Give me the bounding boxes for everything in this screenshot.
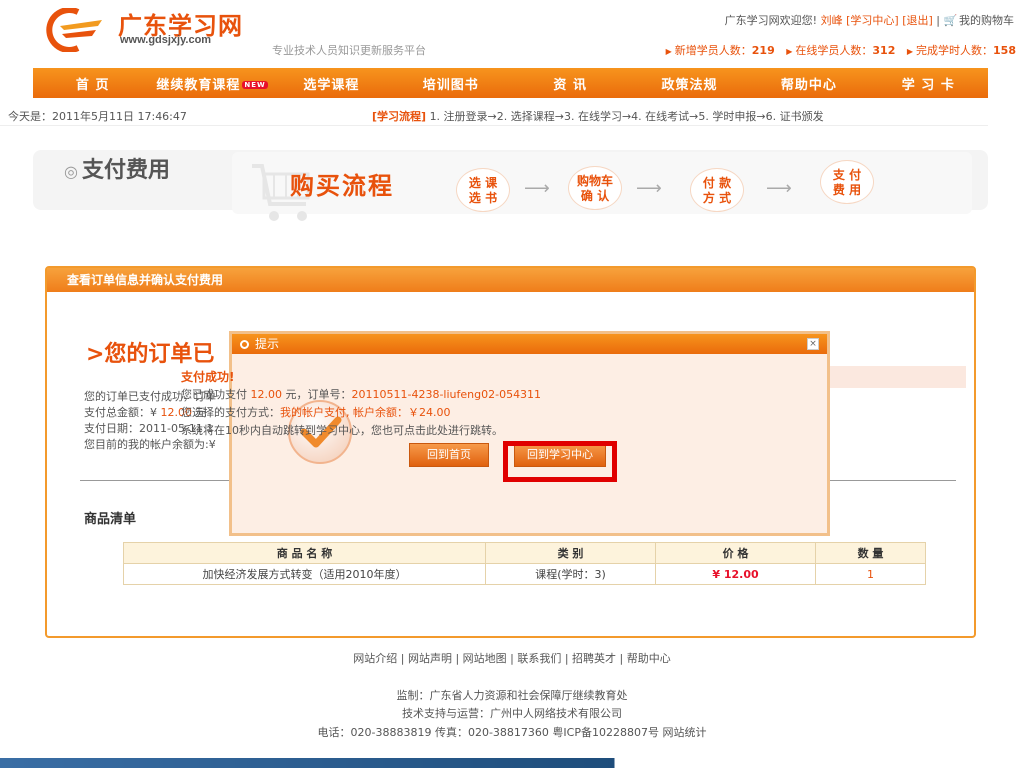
arrow-right-icon: ⟶ [524, 178, 550, 199]
nav-item-policies[interactable]: 政策法规 [630, 74, 749, 93]
info-circle-icon [240, 340, 249, 349]
column-header: 数 量 [815, 542, 926, 564]
dialog-title: 提示 [255, 337, 280, 351]
product-quantity: 1 [815, 563, 926, 585]
nav-item-home[interactable]: 首 页 [33, 74, 152, 93]
nav-item-books[interactable]: 培训图书 [391, 74, 510, 93]
logo-url: www.gdsjxjy.com [120, 34, 212, 46]
order-heading: >您的订单已 [86, 342, 215, 367]
stat-label: 在线学员人数： [795, 44, 873, 57]
new-badge: NEW [242, 81, 268, 89]
stat-value: 312 [872, 44, 896, 57]
footer-support: 技术支持与运营：广州中人网络技术有限公司 [402, 707, 622, 720]
cart-icon[interactable]: 🛒 [944, 14, 958, 27]
nav-item-label: 继续教育课程 [156, 77, 241, 93]
table-row: 加快经济发展方式转变（适用2010年度） 课程(学时：3) ¥ 12.00 1 [123, 563, 926, 585]
step-payment-method: 付 款方 式 [690, 168, 744, 212]
separator: | [936, 14, 940, 27]
order-panel-header: 查看订单信息并确认支付费用 [47, 268, 974, 292]
footer-contact: 电话：020-38883819 传真：020-38817360 粤ICP备102… [317, 726, 707, 739]
highlight-strip [830, 366, 966, 388]
cart-link[interactable]: 我的购物车 [959, 14, 1014, 27]
payment-summary: 您已成功支付 12.00 元，订单号：20110511-4238-liufeng… [181, 388, 542, 401]
site-stats: ▶ 新增学员人数：219 ▶ 在线学员人数：312 ▶ 完成学时人数：158 [658, 42, 1016, 58]
nav-item-continuing-education[interactable]: 继续教育课程 NEW [152, 74, 271, 93]
nav-item-study-card[interactable]: 学 习 卡 [869, 74, 988, 93]
step-cart-confirm: 购物车确 认 [568, 166, 622, 210]
site-slogan: 专业技术人员知识更新服务平台 [272, 44, 426, 57]
nav-item-help[interactable]: 帮助中心 [749, 74, 868, 93]
nav-item-news[interactable]: 资 讯 [511, 74, 630, 93]
product-table: 商 品 名 称 类 别 价 格 数 量 加快经济发展方式转变（适用2010年度）… [123, 542, 926, 585]
study-flow: [学习流程] 1. 注册登录→2. 选择课程→3. 在线学习→4. 在线考试→5… [372, 108, 824, 124]
purchase-flow-title: 购买流程 [290, 171, 394, 200]
table-header-row: 商 品 名 称 类 别 价 格 数 量 [123, 542, 926, 564]
product-list-title: 商品清单 [84, 512, 137, 527]
footer-links[interactable]: 网站介绍 | 网站声明 | 网站地图 | 联系我们 | 招聘英才 | 帮助中心 [0, 650, 1024, 666]
top-links: 广东学习网欢迎您! 刘峰 [学习中心] [退出] | 🛒 我的购物车 [725, 12, 1014, 28]
play-arrow-icon: ▶ [665, 47, 672, 56]
nav-item-elective-courses[interactable]: 选学课程 [272, 74, 391, 93]
user-name[interactable]: 刘峰 [821, 14, 843, 27]
taskbar-strip [0, 758, 1024, 768]
play-arrow-icon: ▶ [786, 47, 793, 56]
stat-value: 219 [751, 44, 775, 57]
study-center-link[interactable]: [学习中心] [846, 14, 899, 27]
step-select-course: 选 课选 书 [456, 168, 510, 212]
product-price: ¥ 12.00 [655, 563, 816, 585]
product-name[interactable]: 加快经济发展方式转变（适用2010年度） [123, 563, 486, 585]
redirect-notice: 系统将在10秒内自动跳转到学习中心，您也可点击此处进行跳转。 [181, 424, 503, 437]
circle-icon: ◎ [64, 162, 78, 181]
column-header: 价 格 [655, 542, 816, 564]
page-title: ◎ 支付费用 [64, 158, 170, 183]
stat-label: 完成学时人数： [916, 44, 994, 57]
product-category: 课程(学时：3) [485, 563, 656, 585]
current-date: 今天是：2011年5月11日 17:46:47 [8, 110, 187, 123]
site-header: 广东学习网 www.gdsjxjy.com 专业技术人员知识更新服务平台 广东学… [0, 0, 1024, 68]
close-icon[interactable]: × [807, 338, 819, 350]
account-balance-line: 您目前的我的帐户余额为:¥ [84, 438, 216, 451]
success-title: 支付成功! [181, 370, 235, 384]
annotation-highlight-box [503, 441, 617, 482]
info-bar: 今天是：2011年5月11日 17:46:47 [学习流程] 1. 注册登录→2… [0, 104, 988, 126]
column-header: 商 品 名 称 [123, 542, 486, 564]
main-nav: 首 页 继续教育课程 NEW 选学课程 培训图书 资 讯 政策法规 帮助中心 学 … [33, 68, 988, 98]
arrow-right-icon: ⟶ [766, 178, 792, 199]
dialog-titlebar: 提示 [232, 334, 827, 354]
logout-link[interactable]: [退出] [902, 14, 933, 27]
welcome-text: 广东学习网欢迎您! [724, 14, 818, 27]
study-flow-steps: 1. 注册登录→2. 选择课程→3. 在线学习→4. 在线考试→5. 学时申报→… [429, 110, 824, 123]
logo-icon[interactable] [40, 8, 110, 52]
stat-label: 新增学员人数： [674, 44, 752, 57]
step-pay-fees: 支 付费 用 [820, 160, 874, 204]
payment-method-line: 您选择的支付方式：我的帐户支付, 帐户余额：￥24.00 [181, 406, 451, 419]
footer-supervisor: 监制：广东省人力资源和社会保障厅继续教育处 [396, 689, 628, 702]
play-arrow-icon: ▶ [906, 47, 914, 56]
arrow-right-icon: ⟶ [636, 178, 662, 199]
stat-value: 158 [993, 44, 1016, 57]
back-home-button[interactable]: 回到首页 [409, 443, 489, 467]
column-header: 类 别 [485, 542, 656, 564]
study-flow-label[interactable]: [学习流程] [372, 110, 426, 123]
